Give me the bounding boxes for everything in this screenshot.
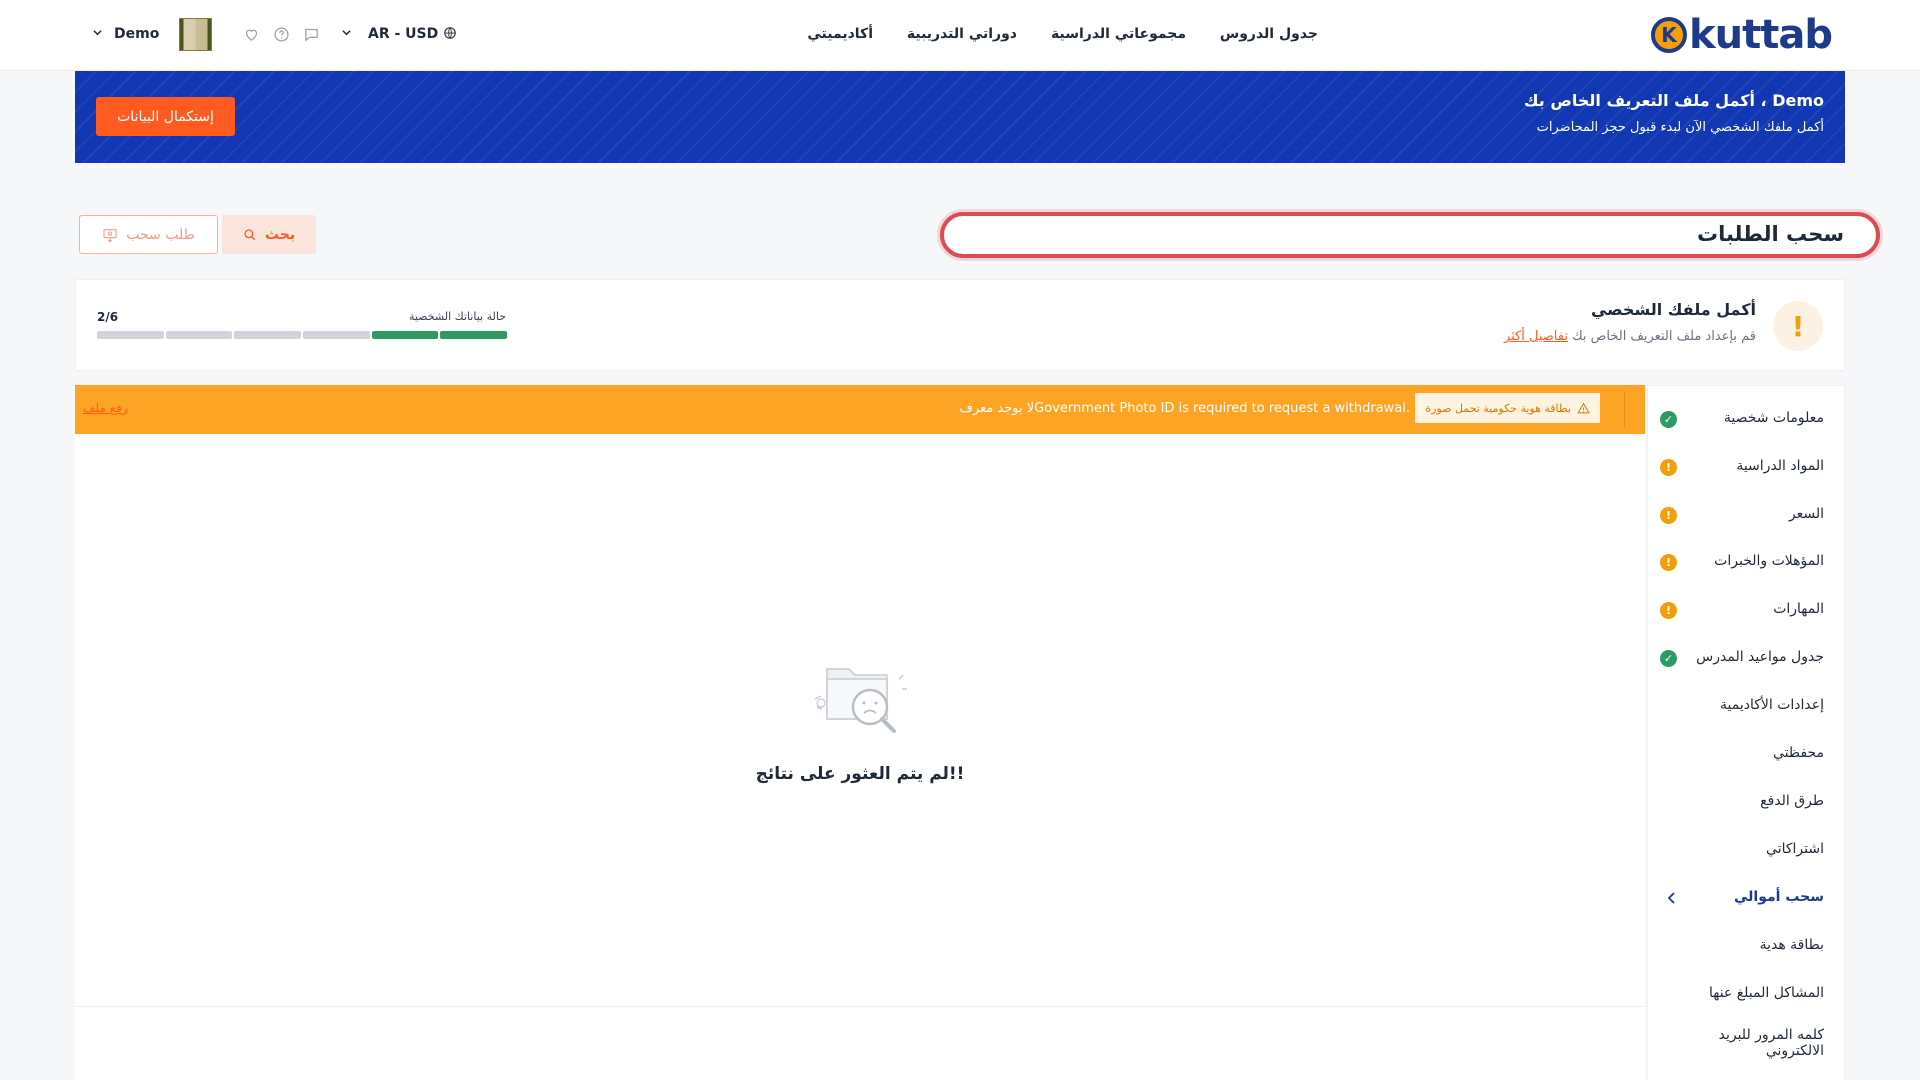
heart-icon[interactable] xyxy=(243,26,260,43)
government-id-chip-label: بطاقة هوية حكومية تحمل صورة xyxy=(1425,401,1571,415)
progress-segment xyxy=(371,331,439,339)
sidebar-item-label: سحب أموالي xyxy=(1733,889,1824,905)
empty-state-message: لم يتم العثور على نتائج!! xyxy=(755,764,965,784)
progress-segment xyxy=(303,331,370,339)
sidebar-item[interactable]: سحب أموالي xyxy=(1648,877,1844,917)
profile-completion-card: ! أكمل ملفك الشخصي تفاصيل أكثر قم بإعداد… xyxy=(75,279,1845,371)
sidebar-item-label: معلومات شخصية xyxy=(1723,410,1824,426)
page-title-container: سحب الطلبات xyxy=(940,212,1880,258)
withdrawals-panel: لم يتم العثور على نتائج!! xyxy=(75,434,1645,1080)
logo-mark-icon: K xyxy=(1651,17,1688,53)
profile-card-subtitle: قم بإعداد ملف التعريف الخاص بك xyxy=(1571,329,1756,344)
user-name[interactable]: Demo xyxy=(114,26,159,42)
sidebar-item[interactable]: المواد الدراسية! xyxy=(1648,446,1844,486)
user-menu-chevron-down-icon[interactable] xyxy=(93,28,102,37)
panel-divider xyxy=(75,1006,1645,1007)
alert-divider xyxy=(1624,391,1625,428)
profile-card-subtitle-row: تفاصيل أكثر قم بإعداد ملف التعريف الخاص … xyxy=(1504,329,1756,344)
logo-text: kuttab xyxy=(1689,12,1833,58)
banner-subtitle: أكمل ملفك الشخصي الآن لبدء قبول حجز المح… xyxy=(1536,120,1824,135)
sidebar-item-label: المؤهلات والخبرات xyxy=(1714,553,1824,569)
empty-folder-search-icon xyxy=(814,668,907,733)
sidebar-item[interactable]: اشتراكاتي xyxy=(1648,829,1844,869)
sidebar-item[interactable]: إعدادات الأكاديمية xyxy=(1648,685,1844,725)
nav-study-groups[interactable]: مجموعاتي الدراسية xyxy=(1051,26,1186,42)
sidebar-item[interactable]: طرق الدفع xyxy=(1648,781,1844,821)
profile-progress-bar xyxy=(97,331,508,339)
search-icon xyxy=(244,228,256,240)
chat-icon[interactable] xyxy=(303,26,320,43)
sidebar-item-label: محفظتي xyxy=(1773,745,1824,761)
upload-file-link[interactable]: رفع ملف xyxy=(83,401,128,415)
sidebar-item[interactable]: معلومات شخصية ✓ xyxy=(1648,398,1844,438)
complete-profile-banner: أكمل ملف التعريف الخاص بك ، Demo أكمل مل… xyxy=(75,71,1845,163)
nav-my-academy[interactable]: أكاديميتي xyxy=(807,26,873,42)
chevron-left-icon xyxy=(1667,892,1675,904)
page-title: سحب الطلبات xyxy=(1697,222,1844,246)
withdraw-request-label: طلب سحب xyxy=(126,226,195,243)
nav-training-courses[interactable]: دوراتي التدريبية xyxy=(907,26,1017,42)
avatar[interactable] xyxy=(179,18,212,51)
government-id-chip: بطاقة هوية حكومية تحمل صورة xyxy=(1415,393,1600,423)
exclamation-icon: ! xyxy=(1773,301,1823,351)
profile-card-title: أكمل ملفك الشخصي xyxy=(1590,300,1756,319)
sidebar-item[interactable]: المؤهلات والخبرات! xyxy=(1648,541,1844,581)
help-icon[interactable] xyxy=(273,26,290,43)
globe-icon xyxy=(444,27,456,39)
nav-lessons-schedule[interactable]: جدول الدروس xyxy=(1220,26,1318,42)
progress-segment xyxy=(234,331,302,339)
check-circle-icon: ✓ xyxy=(1660,411,1677,428)
sidebar-item[interactable]: المشاكل المبلغ عنها xyxy=(1648,973,1844,1013)
sidebar-item[interactable]: كلمه المرور للبريد الالكتروني xyxy=(1648,1021,1844,1061)
complete-data-button[interactable]: إستكمال البيانات xyxy=(96,97,235,136)
progress-segment xyxy=(440,331,508,339)
search-button-label: بحث xyxy=(264,226,296,243)
sidebar-item-label: اشتراكاتي xyxy=(1766,841,1824,857)
sidebar-item[interactable]: المهارات! xyxy=(1648,589,1844,629)
sidebar-item-label: المشاكل المبلغ عنها xyxy=(1708,985,1824,1001)
language-currency-selector[interactable]: AR - USD xyxy=(368,26,457,42)
check-circle-icon: ✓ xyxy=(1660,650,1677,667)
profile-progress-count: 2/6 xyxy=(97,310,119,324)
warning-circle-icon: ! xyxy=(1660,507,1677,524)
sidebar-item[interactable]: بطاقة هدية xyxy=(1648,925,1844,965)
sidebar-item-label: جدول مواعيد المدرس xyxy=(1696,649,1824,665)
cash-withdraw-icon xyxy=(103,228,117,242)
alert-message: لا يوجد معرفGovernment Photo ID is requi… xyxy=(959,401,1410,416)
details-link[interactable]: تفاصيل أكثر xyxy=(1504,329,1568,344)
language-chevron-down-icon[interactable] xyxy=(342,28,351,37)
sidebar-item-label: بطاقة هدية xyxy=(1759,937,1824,953)
warning-circle-icon: ! xyxy=(1660,602,1677,619)
kuttab-logo[interactable]: K kuttab xyxy=(1651,12,1833,58)
sidebar-item-label: السعر xyxy=(1788,506,1824,522)
missing-id-alert: بطاقة هوية حكومية تحمل صورة لا يوجد معرف… xyxy=(75,385,1645,434)
profile-status-label: حالة بياناتك الشخصية xyxy=(409,310,506,323)
sidebar-item-label: المواد الدراسية xyxy=(1736,458,1824,474)
sidebar-item[interactable]: جدول مواعيد المدرس ✓ xyxy=(1648,637,1844,677)
search-button[interactable]: بحث xyxy=(222,215,316,254)
sidebar-item-label: كلمه المرور للبريد الالكتروني xyxy=(1718,1027,1824,1059)
withdraw-request-button[interactable]: طلب سحب xyxy=(79,215,218,254)
warning-triangle-icon xyxy=(1577,402,1590,413)
warning-circle-icon: ! xyxy=(1660,459,1677,476)
sidebar-item-label: إعدادات الأكاديمية xyxy=(1720,697,1824,713)
sidebar-item-label: طرق الدفع xyxy=(1760,793,1824,809)
warning-circle-icon: ! xyxy=(1660,554,1677,571)
progress-segment xyxy=(97,331,164,339)
sidebar-item-label: المهارات xyxy=(1773,601,1824,617)
language-label: AR - USD xyxy=(368,26,439,42)
progress-segment xyxy=(165,331,233,339)
banner-title: أكمل ملف التعريف الخاص بك ، Demo xyxy=(1523,91,1824,110)
account-sidebar: معلومات شخصية ✓ المواد الدراسية! السعر! المؤ… xyxy=(1647,385,1845,1080)
sidebar-item[interactable]: محفظتي xyxy=(1648,733,1844,773)
sidebar-item[interactable]: السعر! xyxy=(1648,494,1844,534)
top-header: K kuttab جدول الدروس مجموعاتي الدراسية د… xyxy=(0,0,1920,71)
